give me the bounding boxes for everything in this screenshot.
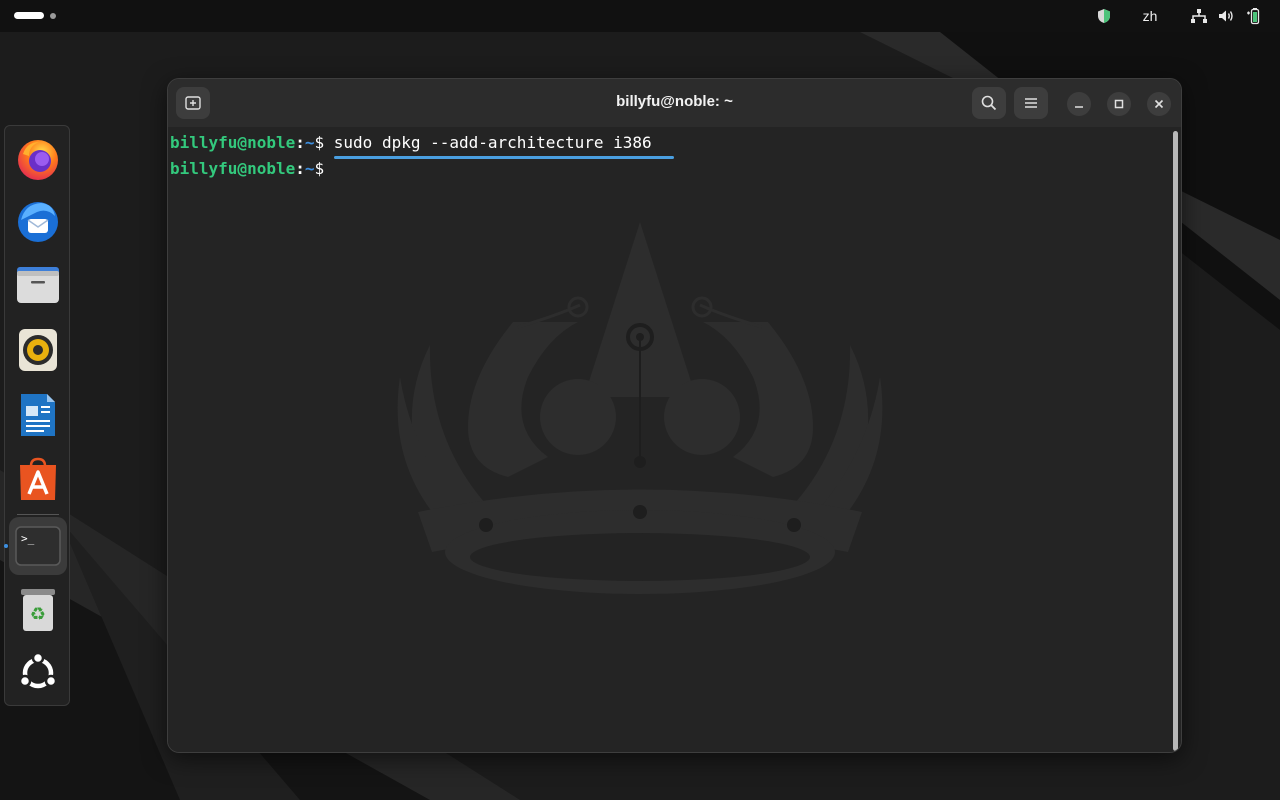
- prompt-path: ~: [304, 159, 315, 178]
- menu-button[interactable]: [1014, 87, 1048, 119]
- app-center-icon: [20, 457, 56, 500]
- dock-item-show-apps[interactable]: [9, 644, 67, 702]
- terminal-window[interactable]: billyfu@noble: ~ billyfu@noble:~$ sudo d…: [167, 78, 1182, 753]
- maximize-button[interactable]: [1107, 92, 1131, 116]
- maximize-icon: [1114, 99, 1124, 109]
- workspace-dot[interactable]: [50, 12, 56, 19]
- prompt-user: billyfu@noble: [170, 133, 296, 152]
- close-icon: [1154, 99, 1164, 109]
- prompt-colon: :: [295, 133, 305, 152]
- prompt-dollar: $: [314, 133, 334, 152]
- close-button[interactable]: [1147, 92, 1171, 116]
- terminal-line: billyfu@noble:~$ sudo dpkg --add-archite…: [170, 133, 652, 153]
- hamburger-icon: [1025, 98, 1037, 108]
- dock-item-files[interactable]: [9, 256, 67, 314]
- dock-separator: [17, 514, 59, 515]
- search-button[interactable]: [972, 87, 1006, 119]
- dock: >_ ♻: [4, 125, 70, 706]
- command-highlight-underline: [334, 156, 674, 159]
- language-indicator[interactable]: zh: [1138, 0, 1162, 32]
- dock-item-terminal[interactable]: >_: [9, 517, 67, 575]
- rhythmbox-icon: [19, 329, 57, 371]
- volume-icon[interactable]: [1216, 0, 1236, 32]
- dock-item-thunderbird[interactable]: [9, 192, 67, 250]
- writer-icon: [21, 394, 55, 436]
- dock-item-rhythmbox[interactable]: [9, 321, 67, 379]
- dock-item-trash[interactable]: ♻: [9, 581, 67, 639]
- prompt-path: ~: [304, 133, 315, 152]
- search-icon: [981, 95, 997, 111]
- window-header[interactable]: billyfu@noble: ~: [168, 79, 1181, 127]
- terminal-content[interactable]: billyfu@noble:~$ sudo dpkg --add-archite…: [168, 127, 1181, 752]
- terminal-icon: >_: [15, 526, 61, 566]
- svg-text:>_: >_: [21, 532, 35, 545]
- prompt-dollar: $: [314, 159, 334, 178]
- running-indicator: [4, 544, 8, 548]
- thunderbird-icon: [18, 202, 58, 242]
- svg-text:♻: ♻: [30, 604, 46, 625]
- shield-icon[interactable]: [1094, 0, 1114, 32]
- top-bar: zh: [0, 0, 1280, 32]
- command-text: sudo dpkg --add-architecture i386: [333, 133, 652, 152]
- ubuntu-icon: [18, 651, 58, 689]
- trash-icon: ♻: [21, 589, 55, 631]
- prompt-user: billyfu@noble: [170, 159, 296, 178]
- workspace-active-pill[interactable]: [14, 12, 44, 19]
- minimize-icon: [1075, 106, 1083, 108]
- battery-icon[interactable]: [1244, 0, 1264, 32]
- crown-watermark-icon: [397, 222, 883, 594]
- terminal-line[interactable]: billyfu@noble:~$: [170, 159, 334, 179]
- firefox-icon: [18, 140, 58, 180]
- activities-indicator[interactable]: [14, 12, 56, 19]
- scrollbar[interactable]: [1173, 131, 1178, 751]
- files-icon: [17, 267, 59, 303]
- network-icon[interactable]: [1189, 0, 1209, 32]
- dock-item-app-center[interactable]: [9, 450, 67, 508]
- dock-item-writer[interactable]: [9, 386, 67, 444]
- prompt-colon: :: [295, 159, 305, 178]
- minimize-button[interactable]: [1067, 92, 1091, 116]
- dock-item-firefox[interactable]: [9, 130, 67, 188]
